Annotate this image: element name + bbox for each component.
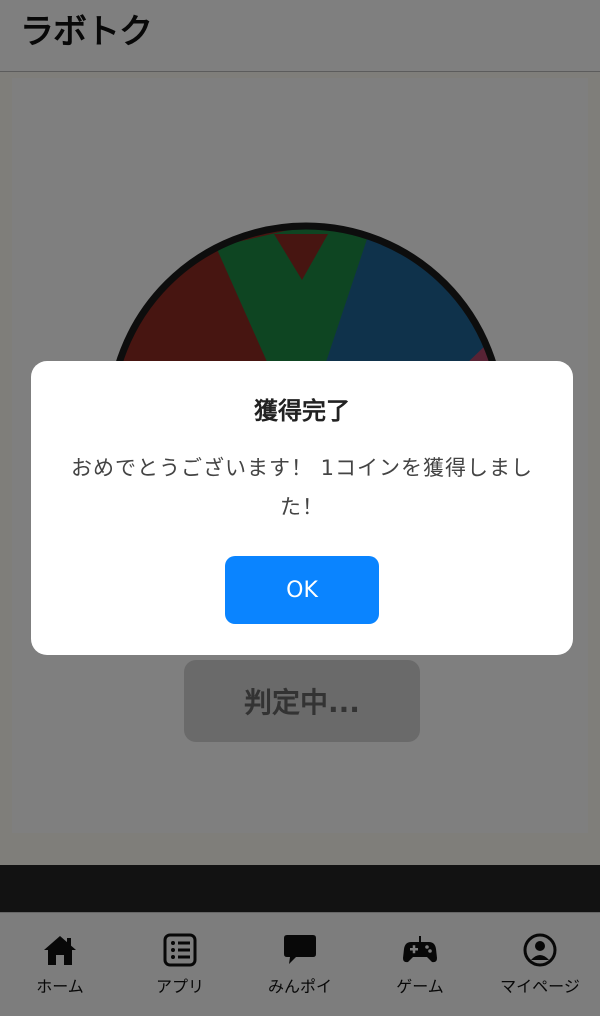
reward-dialog: 獲得完了 おめでとうございます！ 1コインを獲得しました！ OK [31,361,573,655]
dialog-title: 獲得完了 [254,397,350,425]
ok-button[interactable]: OK [225,556,379,624]
dialog-message: おめでとうございます！ 1コインを獲得しました！ [70,456,534,519]
